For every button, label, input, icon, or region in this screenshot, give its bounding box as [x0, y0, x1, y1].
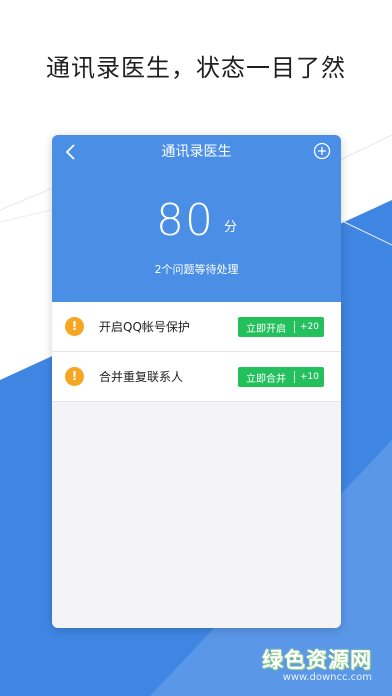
- score-unit: 分: [223, 220, 237, 235]
- phone-screen: 通讯录医生 80 分 2个问题等待处理 ! 开启QQ帐号保护 立即开启 +20 !…: [52, 135, 341, 628]
- action-label: 立即开启: [246, 323, 286, 335]
- issue-row-merge-duplicates: ! 合并重复联系人 立即合并 +10: [52, 352, 341, 402]
- issue-row-qq-protection: ! 开启QQ帐号保护 立即开启 +20: [52, 302, 341, 352]
- issue-list: ! 开启QQ帐号保护 立即开启 +20 ! 合并重复联系人 立即合并 +10: [52, 302, 341, 402]
- merge-now-button[interactable]: 立即合并 +10: [238, 367, 324, 387]
- promo-headline: 通讯录医生，状态一目了然: [46, 54, 346, 82]
- action-label: 立即合并: [246, 373, 286, 385]
- warning-icon: !: [65, 367, 84, 386]
- score-value: 80: [155, 195, 214, 246]
- action-points: +20: [300, 322, 319, 332]
- plus-circle-icon[interactable]: [313, 142, 331, 160]
- watermark-title: 绿色资源网: [262, 648, 372, 672]
- issue-label: 合并重复联系人: [99, 370, 184, 384]
- pending-issues-text: 2个问题等待处理: [154, 263, 239, 276]
- enable-now-button[interactable]: 立即开启 +20: [238, 317, 324, 337]
- action-points: +10: [300, 372, 319, 382]
- score-header: 通讯录医生 80 分 2个问题等待处理: [52, 135, 341, 302]
- nav-title: 通讯录医生: [161, 144, 232, 160]
- issue-label: 开启QQ帐号保护: [99, 320, 190, 334]
- watermark: 绿色资源网 www.downcc.com: [262, 644, 372, 683]
- health-score: 80 分: [52, 195, 341, 246]
- warning-icon: !: [65, 317, 84, 336]
